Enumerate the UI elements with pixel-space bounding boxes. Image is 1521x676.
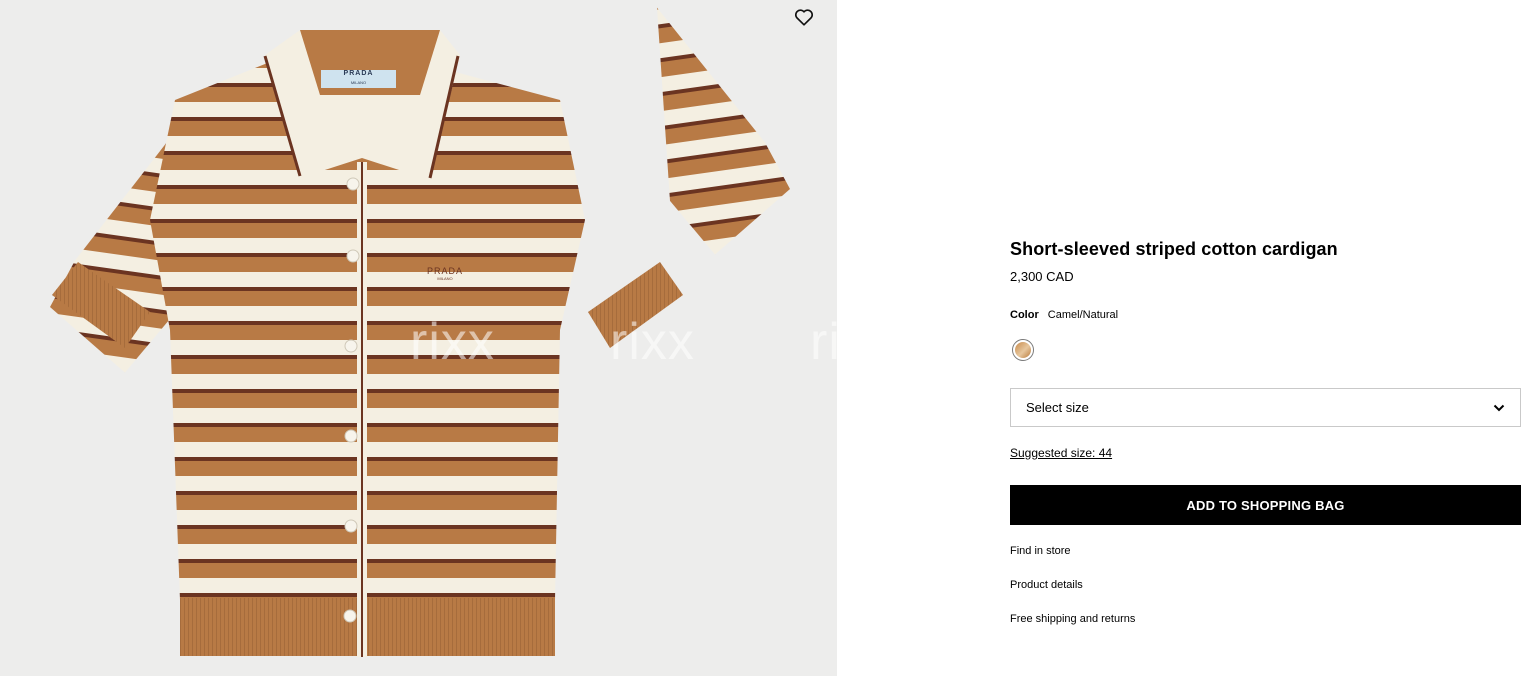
color-swatch-camel-natural[interactable] [1012, 339, 1034, 361]
size-select[interactable]: Select size [1010, 388, 1521, 427]
product-image-gallery: rixx rixx ri PRADA MILANO PRADA MILANO [0, 0, 837, 676]
embroidery-brand: PRADA [426, 266, 463, 276]
watermark-text: rixx [410, 313, 495, 371]
add-to-bag-button[interactable]: ADD TO SHOPPING BAG [1010, 485, 1521, 525]
product-title: Short-sleeved striped cotton cardigan [1010, 239, 1338, 259]
color-row: Color Camel/Natural [1010, 309, 1118, 321]
find-in-store-link[interactable]: Find in store [1010, 545, 1071, 557]
label-sub: MILANO [350, 80, 367, 85]
product-info-panel: Short-sleeved striped cotton cardigan 2,… [1010, 0, 1521, 676]
watermark-text: ri [810, 313, 837, 371]
product-price: 2,300 CAD [1010, 269, 1074, 284]
color-label: Color [1010, 309, 1039, 321]
suggested-size-link[interactable]: Suggested size: 44 [1010, 446, 1112, 460]
label-brand: PRADA [343, 70, 374, 77]
color-value: Camel/Natural [1047, 309, 1119, 321]
size-select-placeholder: Select size [1026, 400, 1089, 415]
product-details-link[interactable]: Product details [1010, 579, 1083, 591]
watermark-text: rixx [610, 313, 695, 371]
heart-outline-icon [794, 9, 814, 26]
wishlist-heart-icon[interactable] [793, 6, 815, 28]
embroidery-sub: MILANO [437, 276, 453, 281]
shipping-returns-link[interactable]: Free shipping and returns [1010, 613, 1135, 625]
swatch-fill [1015, 342, 1031, 358]
chevron-down-icon [1493, 404, 1505, 412]
